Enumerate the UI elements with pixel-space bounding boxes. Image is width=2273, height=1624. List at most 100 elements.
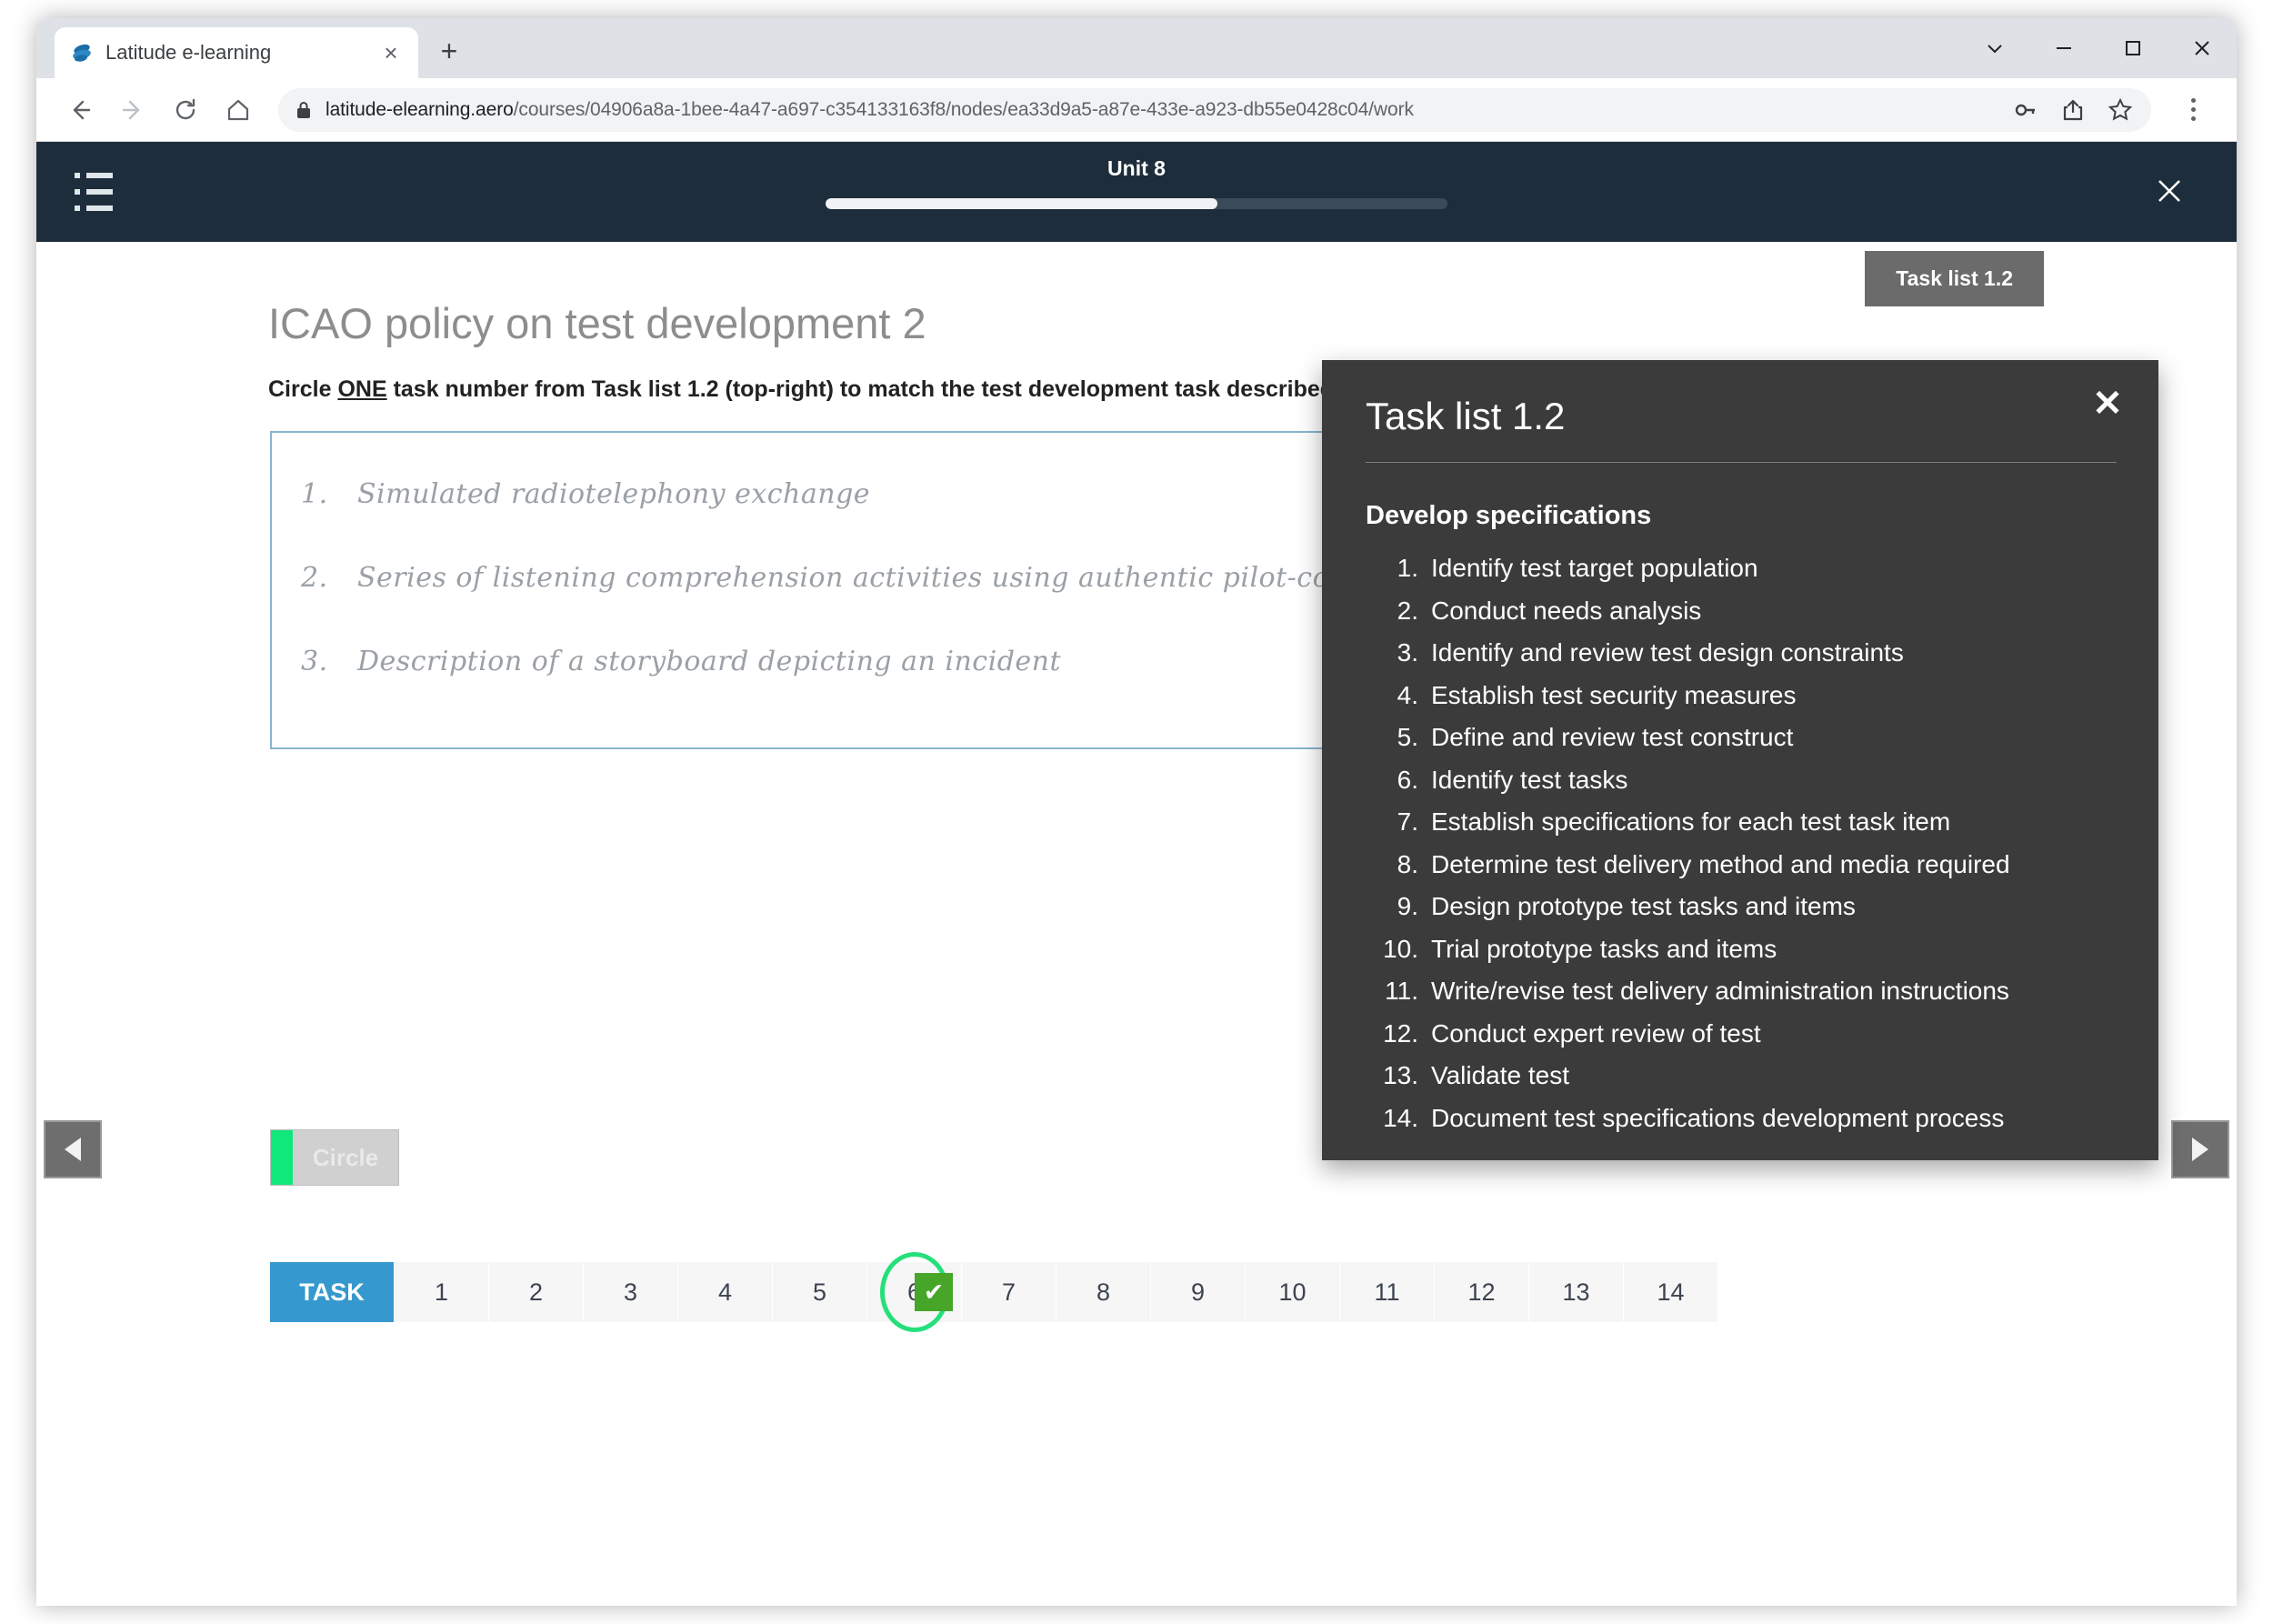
panel-task-text: Conduct needs analysis bbox=[1431, 596, 1702, 625]
panel-task-number: 6. bbox=[1397, 765, 1418, 794]
window-close-icon[interactable] bbox=[2168, 18, 2237, 78]
panel-task-item: 4. Establish test security measures bbox=[1366, 675, 2117, 717]
browser-tab[interactable]: Latitude e-learning × bbox=[55, 27, 418, 78]
task-number-label: 11 bbox=[1374, 1278, 1400, 1306]
task-number-cell[interactable]: 7 bbox=[961, 1262, 1056, 1322]
panel-task-item: 7. Establish specifications for each test… bbox=[1366, 801, 2117, 844]
panel-task-number: 12. bbox=[1383, 1018, 1418, 1048]
site-security-lock-icon bbox=[295, 100, 313, 120]
panel-task-item: 13. Validate test bbox=[1366, 1055, 2117, 1098]
prev-slide-arrow[interactable] bbox=[44, 1120, 102, 1178]
task-number-cell[interactable]: 8 bbox=[1056, 1262, 1150, 1322]
panel-task-item: 11. Write/revise test delivery administra… bbox=[1366, 970, 2117, 1013]
task-number-cell[interactable]: 2 bbox=[488, 1262, 583, 1322]
circle-tool-button[interactable]: Circle bbox=[270, 1129, 399, 1186]
panel-task-text: Identify test target population bbox=[1431, 554, 1758, 582]
password-key-icon[interactable] bbox=[2011, 95, 2040, 125]
triangle-right-icon bbox=[2192, 1138, 2208, 1161]
panel-task-number: 4. bbox=[1397, 680, 1418, 709]
browser-tab-title: Latitude e-learning bbox=[105, 41, 272, 64]
panel-task-number: 5. bbox=[1397, 723, 1418, 751]
task-number-cell[interactable]: 3 bbox=[583, 1262, 677, 1322]
panel-task-number: 8. bbox=[1397, 849, 1418, 878]
task-number-cell[interactable]: 12 bbox=[1434, 1262, 1528, 1322]
lesson-content: Task list 1.2 ICAO policy on test develo… bbox=[36, 242, 2237, 1606]
panel-task-item: 5. Define and review test construct bbox=[1366, 717, 2117, 759]
panel-task-item: 6. Identify test tasks bbox=[1366, 759, 2117, 802]
back-button[interactable] bbox=[56, 86, 104, 134]
tasklist-tab-button[interactable]: Task list 1.2 bbox=[1865, 251, 2044, 306]
panel-task-list: 1. Identify test target population 2. Condu… bbox=[1366, 547, 2117, 1139]
browser-tabstrip: Latitude e-learning × + bbox=[36, 18, 2237, 78]
panel-task-number: 9. bbox=[1397, 892, 1418, 920]
task-number-cell[interactable]: 4 bbox=[677, 1262, 772, 1322]
task-number-label: 4 bbox=[717, 1278, 733, 1306]
answer-item: 1. Simulated radiotelephony exchange bbox=[301, 478, 870, 510]
panel-task-number: 10. bbox=[1383, 934, 1418, 963]
task-number-cell[interactable]: 13 bbox=[1528, 1262, 1623, 1322]
window-controls bbox=[1960, 18, 2237, 78]
window-minimize-icon[interactable] bbox=[2029, 18, 2098, 78]
panel-task-number: 7. bbox=[1397, 807, 1418, 836]
task-number-cell[interactable]: 14 bbox=[1623, 1262, 1717, 1322]
course-progress-fill bbox=[826, 198, 1217, 209]
browser-menu-icon[interactable] bbox=[2169, 86, 2217, 134]
answer-item-number: 1. bbox=[301, 478, 328, 510]
panel-task-number: 11. bbox=[1385, 977, 1418, 1005]
answer-item-text: Description of a storyboard depicting an… bbox=[357, 646, 1062, 677]
panel-task-item: 10. Trial prototype tasks and items bbox=[1366, 928, 2117, 971]
panel-task-number: 2. bbox=[1397, 596, 1418, 625]
address-bar[interactable]: latitude-elearning.aero/courses/04906a8a… bbox=[278, 87, 2151, 132]
panel-task-item: 12. Conduct expert review of test bbox=[1366, 1013, 2117, 1056]
next-slide-arrow[interactable] bbox=[2171, 1120, 2229, 1178]
reload-button[interactable] bbox=[162, 86, 209, 134]
task-number-cell[interactable]: 10 bbox=[1245, 1262, 1339, 1322]
browser-toolbar: latitude-elearning.aero/courses/04906a8a… bbox=[36, 78, 2237, 142]
new-tab-button[interactable]: + bbox=[431, 33, 467, 69]
share-icon[interactable] bbox=[2058, 95, 2088, 125]
panel-task-text: Write/revise test delivery administratio… bbox=[1431, 977, 2009, 1005]
instruction-emphasis: ONE bbox=[337, 376, 387, 402]
page-title: ICAO policy on test development 2 bbox=[268, 299, 926, 347]
panel-task-text: Define and review test construct bbox=[1431, 723, 1794, 751]
panel-task-text: Identify and review test design constrai… bbox=[1431, 638, 1904, 667]
task-number-cell[interactable]: 5 bbox=[772, 1262, 866, 1322]
answer-item-number: 3. bbox=[301, 646, 328, 677]
circle-tool-label: Circle bbox=[312, 1143, 379, 1171]
task-number-label: 13 bbox=[1562, 1278, 1590, 1306]
correct-check-icon: ✔ bbox=[915, 1273, 953, 1311]
panel-close-icon[interactable]: ✕ bbox=[2088, 384, 2128, 424]
browser-window: Latitude e-learning × + latitude-elearni… bbox=[36, 18, 2237, 1606]
course-close-icon[interactable] bbox=[2149, 171, 2189, 211]
task-number-cell[interactable]: 6✔ bbox=[866, 1252, 961, 1332]
address-bar-actions bbox=[2002, 95, 2135, 125]
task-number-cell[interactable]: 1 bbox=[394, 1262, 488, 1322]
window-collapse-icon[interactable] bbox=[1960, 18, 2029, 78]
panel-task-item: 14. Document test specifications developm… bbox=[1366, 1098, 2117, 1140]
task-number-label: 5 bbox=[812, 1278, 827, 1306]
window-maximize-icon[interactable] bbox=[2098, 18, 2168, 78]
answer-item-number: 2. bbox=[301, 562, 328, 594]
task-number-label: 10 bbox=[1278, 1278, 1307, 1306]
panel-task-number: 13. bbox=[1383, 1061, 1418, 1089]
task-number-label: 8 bbox=[1096, 1278, 1111, 1306]
panel-task-text: Design prototype test tasks and items bbox=[1431, 892, 1856, 920]
home-button[interactable] bbox=[215, 86, 262, 134]
page-viewport: Unit 8 Task list 1.2 ICAO policy on test… bbox=[36, 142, 2237, 1606]
site-favicon-icon bbox=[69, 40, 95, 65]
panel-task-text: Trial prototype tasks and items bbox=[1431, 934, 1777, 963]
task-number-label: 9 bbox=[1190, 1278, 1206, 1306]
panel-divider bbox=[1366, 462, 2117, 463]
tasklist-overlay-panel: ✕ Task list 1.2 Develop specifications 1… bbox=[1322, 360, 2158, 1160]
panel-task-number: 1. bbox=[1397, 554, 1418, 582]
tab-close-icon[interactable]: × bbox=[378, 40, 404, 65]
panel-task-text: Establish specifications for each test t… bbox=[1431, 807, 1951, 836]
forward-button[interactable] bbox=[109, 86, 156, 134]
task-number-label: 2 bbox=[528, 1278, 544, 1306]
task-number-cell[interactable]: 9 bbox=[1150, 1262, 1245, 1322]
task-number-row: TASK 123456✔7891011121314 bbox=[270, 1252, 1717, 1332]
task-number-cell[interactable]: 11 bbox=[1339, 1262, 1434, 1322]
bookmark-star-icon[interactable] bbox=[2106, 95, 2135, 125]
instruction-text: Circle ONE task number from Task list 1.… bbox=[268, 376, 1410, 403]
panel-task-text: Establish test security measures bbox=[1431, 680, 1797, 709]
